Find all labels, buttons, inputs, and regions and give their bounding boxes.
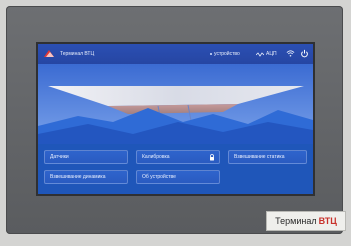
- signal-wave-icon: [256, 51, 264, 57]
- status-device: устройство: [210, 51, 240, 57]
- status-dot-icon: [210, 53, 212, 55]
- tile-label: Об устройстве: [142, 174, 176, 180]
- triangle-logo-icon: [44, 50, 54, 57]
- top-bar: Терминал ВТЦ устройство АЦП: [38, 44, 313, 64]
- hero-illustration: [38, 64, 313, 144]
- stadium-roof-illustration: [38, 64, 313, 144]
- tile-label: Датчики: [50, 154, 69, 160]
- tile-static-weighing[interactable]: Взвешивание статика: [228, 150, 307, 164]
- tile-label: Взвешивание статика: [234, 154, 285, 160]
- power-icon[interactable]: [300, 49, 309, 58]
- brand-label-text: Терминал: [275, 216, 317, 226]
- status-device-label: устройство: [214, 51, 240, 57]
- wifi-icon[interactable]: [286, 49, 295, 58]
- tile-sensors[interactable]: Датчики: [44, 150, 128, 164]
- lock-icon: [210, 154, 214, 161]
- touch-screen: Терминал ВТЦ устройство АЦП Датчики Кали…: [38, 44, 313, 194]
- tile-label: Калибровка: [142, 154, 170, 160]
- tile-calibration[interactable]: Калибровка: [136, 150, 220, 164]
- tile-label: Взвешивание динамика: [50, 174, 106, 180]
- status-acp: АЦП: [256, 51, 277, 57]
- tile-dynamic-weighing[interactable]: Взвешивание динамика: [44, 170, 128, 184]
- device-brand-label: Терминал ВТЦ: [266, 211, 346, 231]
- brand-label-accent: ВТЦ: [318, 216, 337, 226]
- tile-about-device[interactable]: Об устройстве: [136, 170, 220, 184]
- app-title: Терминал ВТЦ: [60, 51, 95, 57]
- status-acp-label: АЦП: [266, 51, 277, 57]
- menu-tiles: Датчики Калибровка Взвешивание статика В…: [38, 144, 313, 194]
